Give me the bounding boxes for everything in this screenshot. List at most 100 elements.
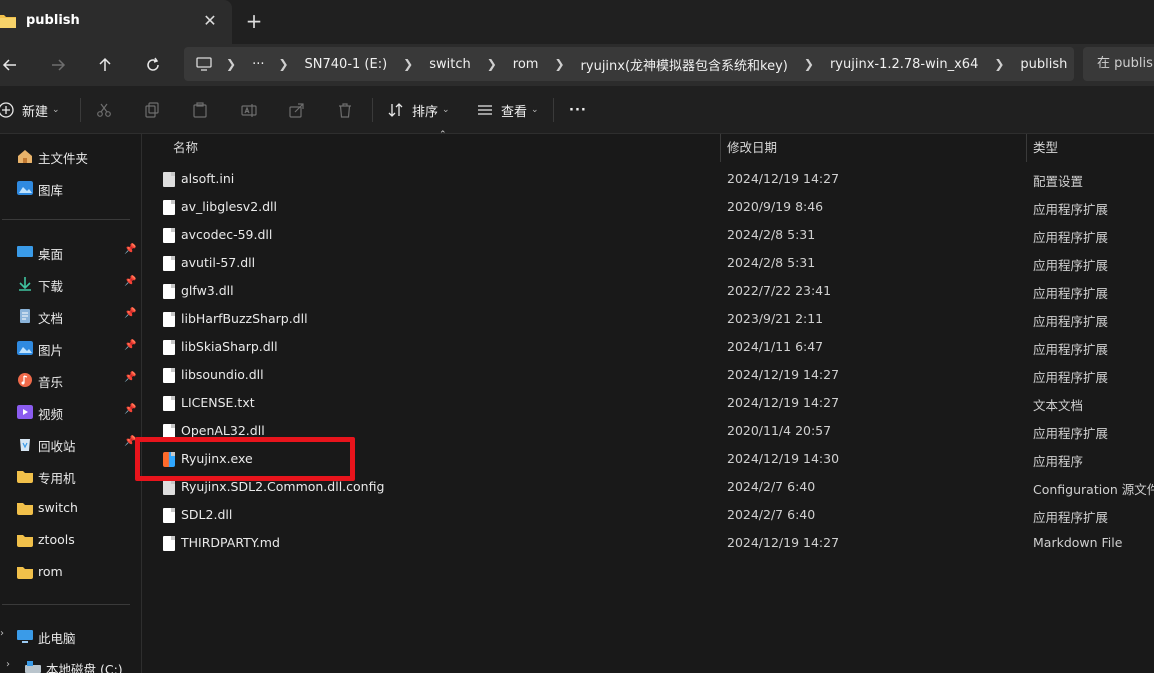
sidebar-item-label: 音乐 [38,375,64,390]
rename-icon [241,104,257,117]
sidebar-item-label: 专用机 [38,471,76,486]
share-button[interactable] [289,98,305,122]
breadcrumb-drive[interactable]: SN740-1 (E:) [303,57,390,72]
new-button[interactable]: 新建 ⌄ [0,98,60,122]
sidebar-item-label: rom [38,564,63,579]
sidebar-item-rom[interactable]: rom [0,558,141,586]
column-header-name[interactable]: 名称 [173,134,198,162]
file-row[interactable]: LICENSE.txt 2024/12/19 14:27 文本文档 [143,389,1154,417]
file-type: Markdown File [1033,535,1123,550]
file-name: libHarfBuzzSharp.dll [181,311,308,326]
more-options-button[interactable]: ··· [569,98,587,122]
sidebar-item-label: switch [38,500,78,515]
file-row[interactable]: av_libglesv2.dll 2020/9/19 8:46 应用程序扩展 [143,193,1154,221]
file-row[interactable]: libsoundio.dll 2024/12/19 14:27 应用程序扩展 [143,361,1154,389]
breadcrumb-ryujinx-version[interactable]: ryujinx-1.2.78-win_x64 [828,57,980,72]
file-modified-date: 2020/9/19 8:46 [727,199,824,214]
sidebar-item-ztools[interactable]: ztools [0,526,141,554]
file-icon [163,508,175,523]
file-row[interactable]: libHarfBuzzSharp.dll 2023/9/21 2:11 应用程序扩展 [143,305,1154,333]
view-button[interactable]: 查看 ⌄ [477,98,539,122]
file-modified-date: 2024/12/19 14:27 [727,171,840,186]
view-list-icon [478,105,492,115]
file-type: 应用程序扩展 [1033,230,1109,245]
close-tab-icon[interactable]: ✕ [201,11,219,31]
sidebar-item-switch[interactable]: switch [0,494,141,522]
file-modified-date: 2024/2/8 5:31 [727,227,816,242]
folder-icon [17,567,33,579]
forward-button[interactable] [44,51,72,79]
plus-circle-icon [0,102,14,118]
breadcrumb-rom[interactable]: rom [511,57,541,72]
column-header-type[interactable]: 类型 [1033,134,1058,162]
breadcrumb-publish[interactable]: publish [1018,57,1069,72]
up-button[interactable] [91,51,119,79]
sidebar-item-pictures[interactable]: 图片 📌 [0,334,141,362]
rename-button[interactable] [241,98,257,122]
file-row[interactable]: avutil-57.dll 2024/2/8 5:31 应用程序扩展 [143,249,1154,277]
chevron-right-icon: ❯ [994,57,1005,71]
file-name: avutil-57.dll [181,255,256,270]
file-icon [163,200,175,215]
command-bar: 新建 ⌄ 排序 ⌄ 查看 ⌄ ··· [0,86,1154,134]
address-bar[interactable]: ❯ ··· ❯ SN740-1 (E:) ❯ switch ❯ rom ❯ ry… [184,47,1074,81]
chevron-expand-icon: › [6,659,10,670]
file-modified-date: 2020/11/4 20:57 [727,423,832,438]
file-type: 应用程序扩展 [1033,258,1109,273]
new-button-label: 新建 [22,104,49,120]
column-divider[interactable] [1026,134,1027,162]
copy-button[interactable] [144,98,160,122]
breadcrumb-switch[interactable]: switch [427,57,473,72]
sidebar-item-documents[interactable]: 文档 📌 [0,302,141,330]
paste-button[interactable] [192,98,208,122]
file-type: 应用程序扩展 [1033,342,1109,357]
back-button[interactable] [0,51,24,79]
search-input[interactable]: 在 publish 中搜索 [1083,47,1154,81]
sidebar-item-this-pc[interactable]: › 此电脑 [0,622,141,650]
cut-button[interactable] [96,98,112,122]
sidebar-item-downloads[interactable]: 下载 📌 [0,270,141,298]
file-row[interactable]: SDL2.dll 2024/2/7 6:40 应用程序扩展 [143,501,1154,529]
file-name: glfw3.dll [181,283,234,298]
file-row[interactable]: avcodec-59.dll 2024/2/8 5:31 应用程序扩展 [143,221,1154,249]
sidebar-item-folder[interactable]: 专用机 [0,462,141,490]
file-row[interactable]: libSkiaSharp.dll 2024/1/11 6:47 应用程序扩展 [143,333,1154,361]
arrow-up-icon [99,57,111,71]
music-icon [18,373,32,387]
sidebar-item-drive-c[interactable]: › 本地磁盘 (C:) [0,653,141,673]
share-icon [289,103,304,118]
recycle-icon [20,439,30,451]
breadcrumb-overflow-button[interactable]: ··· [250,57,266,72]
sidebar-item-recycle-bin[interactable]: 回收站 📌 [0,430,141,458]
folder-icon [17,503,33,515]
view-label: 查看 [501,104,528,120]
new-tab-button[interactable]: + [244,10,264,32]
file-type: 配置设置 [1033,174,1084,189]
sidebar-item-desktop[interactable]: 桌面 📌 [0,238,141,266]
sidebar-item-videos[interactable]: 视频 📌 [0,398,141,426]
chevron-right-icon: ❯ [803,57,814,71]
file-row[interactable]: alsoft.ini 2024/12/19 14:27 配置设置 [143,165,1154,193]
sidebar-item-gallery[interactable]: 图库 [0,174,141,202]
file-type: 应用程序扩展 [1033,202,1109,217]
toolbar-divider [553,98,554,122]
file-icon [163,340,175,355]
column-header-date[interactable]: 修改日期 [727,134,777,162]
breadcrumb-ryujinx[interactable]: ryujinx(龙神模拟器包含系统和key) [579,55,790,74]
folder-icon [0,15,16,28]
file-row[interactable]: THIRDPARTY.md 2024/12/19 14:27 Markdown Fi… [143,529,1154,557]
sidebar-divider [2,219,130,220]
file-row[interactable]: glfw3.dll 2022/7/22 23:41 应用程序扩展 [143,277,1154,305]
sort-label: 排序 [412,104,439,120]
sidebar-item-home[interactable]: 主文件夹 [0,142,141,170]
file-name: av_libglesv2.dll [181,199,278,214]
file-name: libsoundio.dll [181,367,264,382]
tab-publish[interactable]: publish ✕ [0,0,232,44]
refresh-button[interactable] [139,51,167,79]
delete-button[interactable] [337,98,353,122]
folder-icon [17,471,33,483]
column-divider[interactable] [720,134,721,162]
sidebar-item-music[interactable]: 音乐 📌 [0,366,141,394]
file-name: LICENSE.txt [181,395,255,410]
sort-button[interactable]: 排序 ⌄ [388,98,450,122]
